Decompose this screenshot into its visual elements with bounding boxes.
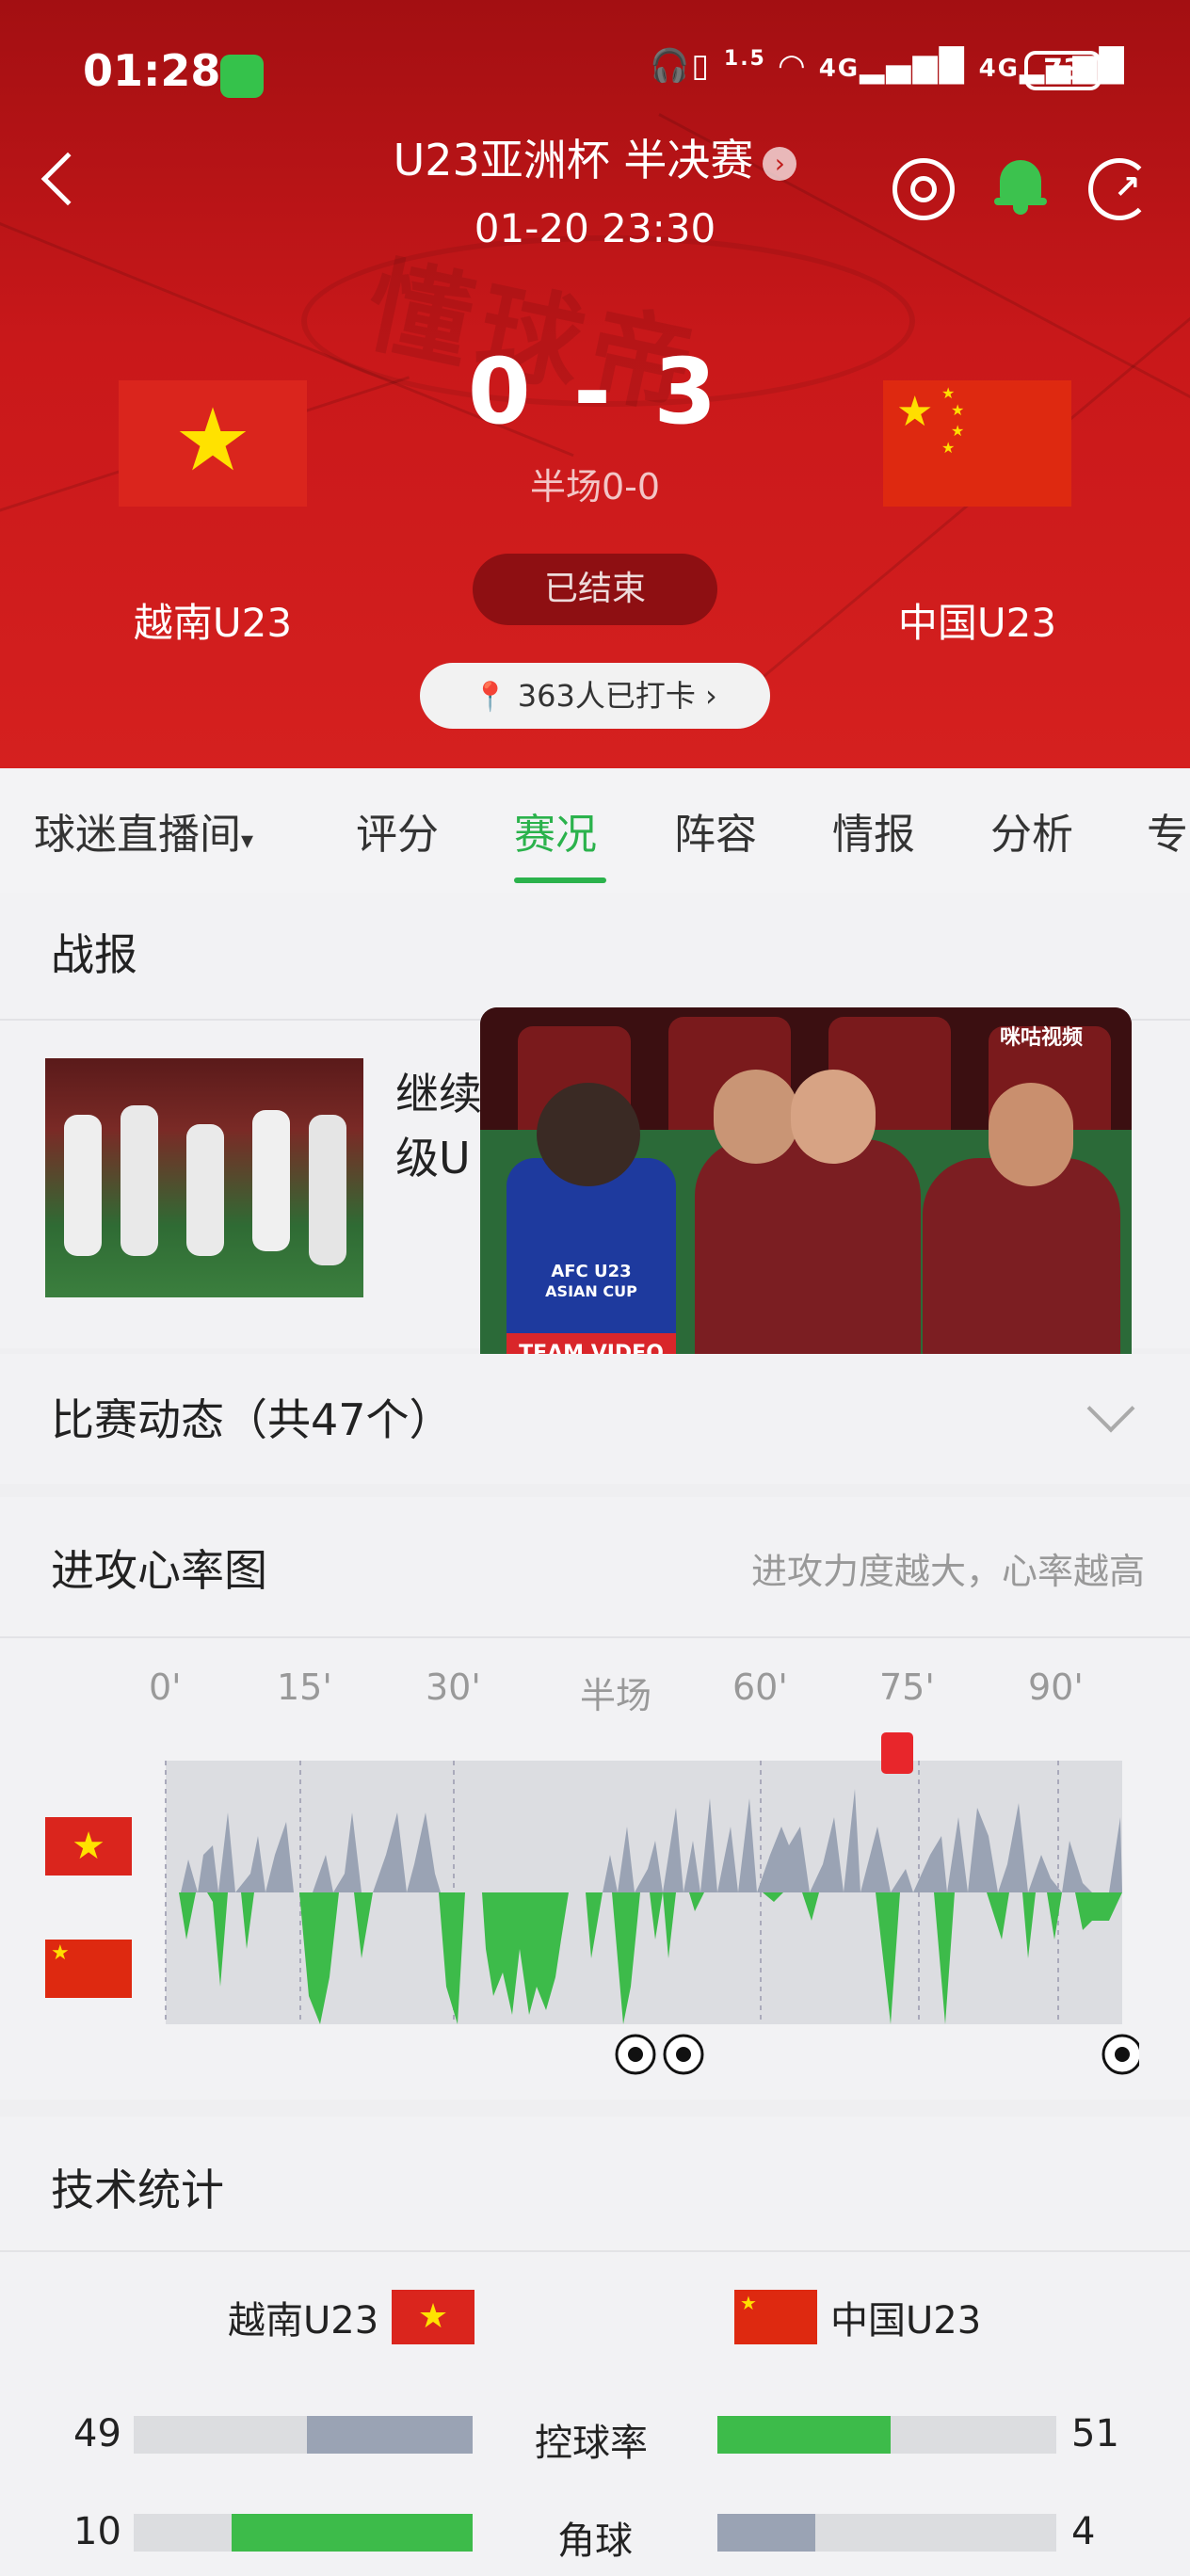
app-notification-icon — [220, 55, 264, 98]
share-icon[interactable]: ↗ — [1088, 158, 1150, 220]
chevron-right-icon: › — [705, 678, 717, 714]
stats-away-team: 中国U23 — [830, 2299, 982, 2343]
tick-60: 60' — [732, 1666, 788, 1708]
wifi-icon: ◠ — [779, 47, 806, 85]
battery-icon: 73 — [1024, 51, 1102, 90]
checkin-button[interactable]: 📍 363人已打卡 › — [420, 663, 770, 729]
match-status-badge: 已结束 — [473, 554, 717, 625]
corners-home-bar — [134, 2514, 473, 2552]
floating-video-player[interactable]: AFC U23 ASIAN CUP TEAM VIDEO 咪咕视频 — [480, 1007, 1132, 1375]
tech-stats-section: 技术统计 越南U23 ★ ★ 中国U23 49 控球率 51 10 角球 4 — [0, 2117, 1190, 2576]
signal-icon: ▂▄▆█ — [860, 47, 966, 85]
tick-75: 75' — [879, 1666, 935, 1708]
possession-home-bar — [134, 2416, 473, 2454]
home-team-name[interactable]: 越南U23 — [72, 591, 354, 649]
red-card-icon — [881, 1732, 913, 1774]
tick-30: 30' — [426, 1666, 481, 1708]
person-blue-vest: AFC U23 ASIAN CUP TEAM VIDEO — [507, 1158, 676, 1375]
dropdown-icon: ▾ — [241, 827, 254, 855]
report-thumbnail[interactable] — [45, 1058, 363, 1297]
events-title: 比赛动态（共47个） — [51, 1394, 453, 1445]
status-time: 01:28 — [83, 45, 221, 96]
corners-away-value: 4 — [1071, 2510, 1096, 2553]
china-flag-stats: ★ — [734, 2290, 817, 2344]
network-4g-1: 4G — [818, 55, 860, 83]
possession-away-bar — [717, 2416, 1056, 2454]
tab-rating[interactable]: 评分 — [356, 800, 439, 861]
half-time-score: 半场0-0 — [529, 466, 661, 507]
corners-away-fill — [717, 2514, 815, 2552]
bell-icon[interactable] — [994, 156, 1047, 215]
corners-label: 角球 — [557, 2520, 633, 2563]
vietnam-flag-small: ★ — [45, 1817, 132, 1876]
chevron-right-icon: › — [763, 146, 797, 181]
video-logo: 咪咕视频 — [1000, 1026, 1084, 1050]
network-4g-2: 4G — [978, 55, 1021, 83]
tab-bar: 球迷直播间▾ 评分 赛况 阵容 情报 分析 专 — [0, 768, 1190, 893]
tab-intel[interactable]: 情报 — [832, 800, 915, 861]
tab-more[interactable]: 专 — [1147, 800, 1188, 861]
match-title-text: U23亚洲杯 半决赛 — [393, 135, 754, 185]
tech-stats-title: 技术统计 — [51, 2165, 224, 2215]
score: 0 - 3 — [467, 339, 723, 444]
network-speed: 1.5 — [723, 47, 766, 71]
corners-away-bar — [717, 2514, 1056, 2552]
heartbeat-chart — [165, 1732, 1139, 2075]
report-headline[interactable]: 继续 级U — [395, 1062, 482, 1190]
heartbeat-hint: 进攻力度越大，心率越高 — [750, 1551, 1145, 1592]
possession-away-fill — [717, 2416, 891, 2454]
stats-home-team: 越南U23 — [228, 2299, 379, 2343]
corners-home-value: 10 — [73, 2510, 121, 2553]
checkin-label: 363人已打卡 — [517, 678, 696, 714]
away-team-name[interactable]: 中国U23 — [836, 591, 1118, 649]
vietnam-flag-stats: ★ — [392, 2290, 474, 2344]
target-icon[interactable] — [892, 158, 955, 220]
possession-label: 控球率 — [535, 2422, 648, 2465]
headphone-icon: 🎧▯ — [650, 47, 712, 85]
china-flag-small: ★ — [45, 1940, 132, 1998]
tab-analysis[interactable]: 分析 — [990, 800, 1073, 861]
tab-live[interactable]: 赛况 — [514, 800, 597, 861]
possession-home-fill — [307, 2416, 473, 2454]
tab-fan-live[interactable]: 球迷直播间▾ — [34, 800, 253, 861]
heartbeat-section: 进攻心率图 进攻力度越大，心率越高 0' 15' 30' 半场 60' 75' … — [0, 1497, 1190, 2100]
report-title: 战报 — [51, 929, 137, 980]
events-section[interactable]: 比赛动态（共47个） — [0, 1354, 1190, 1484]
tab-lineup[interactable]: 阵容 — [674, 800, 757, 861]
heartbeat-title: 进攻心率图 — [51, 1545, 267, 1596]
tick-90: 90' — [1028, 1666, 1084, 1708]
location-pin-icon: 📍 — [473, 681, 508, 714]
tick-15: 15' — [277, 1666, 332, 1708]
report-headline-line1: 继续 — [395, 1069, 482, 1119]
possession-home-value: 49 — [73, 2412, 121, 2455]
chevron-down-icon[interactable] — [1086, 1384, 1135, 1433]
tick-0: 0' — [149, 1666, 182, 1708]
possession-away-value: 51 — [1071, 2412, 1119, 2455]
corners-home-fill — [232, 2514, 473, 2552]
match-header: 懂球帝 01:28 🎧▯ 1.5 ◠ 4G▂▄▆█ 4G▂▄▆█ 73 U23亚… — [0, 0, 1190, 768]
active-tab-indicator — [514, 877, 606, 883]
report-headline-line2: 级U — [395, 1133, 471, 1183]
tick-half: 半场 — [580, 1675, 652, 1716]
